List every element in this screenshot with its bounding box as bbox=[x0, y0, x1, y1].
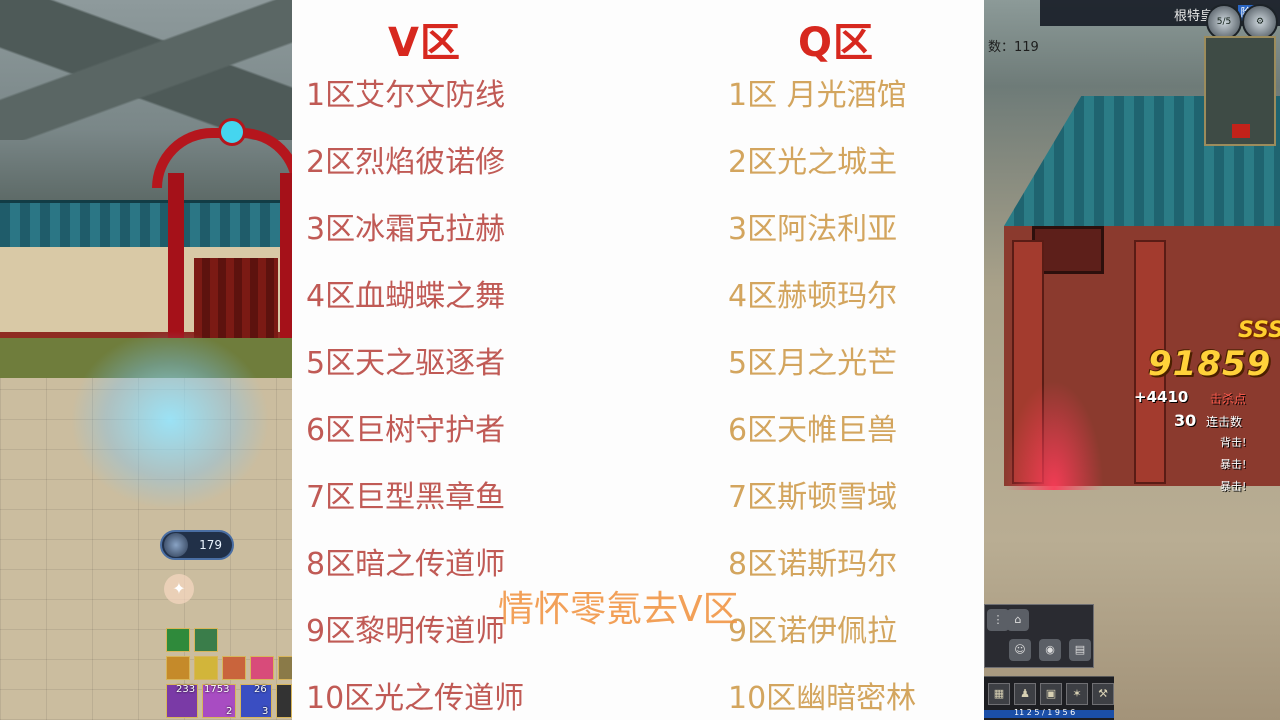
mp-bar-text: 11 2 5 / 1 9 5 6 bbox=[1014, 708, 1076, 717]
shop-icon[interactable]: ⌂ bbox=[1007, 609, 1029, 631]
q-server-item: 7区斯顿雪域 bbox=[728, 480, 898, 515]
skill-icon[interactable]: ✶ bbox=[1066, 683, 1088, 705]
q-server-item: 4区赫顿玛尔 bbox=[728, 279, 898, 314]
skill-slot-icon[interactable] bbox=[194, 628, 218, 652]
portal-glow bbox=[70, 330, 270, 510]
fatigue-orb-icon[interactable]: 5/5 bbox=[1206, 4, 1242, 40]
item-slot-icon[interactable] bbox=[276, 684, 292, 718]
v-server-item: 7区巨型黑章鱼 bbox=[306, 480, 506, 515]
item-count: 233 bbox=[176, 684, 196, 695]
q-server-item: 10区幽暗密林 bbox=[728, 681, 917, 716]
q-server-item: 1区 月光酒馆 bbox=[728, 78, 907, 113]
skill-slot-icon[interactable] bbox=[278, 656, 292, 680]
red-portal-gate bbox=[152, 118, 292, 338]
camera-icon[interactable]: ◉ bbox=[1039, 639, 1061, 661]
player-level-badge[interactable]: 179 bbox=[160, 530, 234, 560]
v-server-item: 9区黎明传道师 bbox=[306, 614, 506, 649]
grid-menu-icon[interactable]: ▦ bbox=[988, 683, 1010, 705]
kill-points-value: +4410 bbox=[1134, 388, 1189, 406]
quick-menu-tray: ⋮ ⌂ ☺ ◉ ▤ bbox=[984, 604, 1094, 668]
kill-counter: 数：119 bbox=[988, 40, 1039, 55]
v-zone-header: V区 bbox=[388, 20, 461, 66]
v-server-item: 2区烈焰彼诺修 bbox=[306, 145, 506, 180]
v-server-item: 8区暗之传道师 bbox=[306, 547, 506, 582]
heart-skill-icon[interactable] bbox=[250, 656, 274, 680]
item-count: 1753 bbox=[204, 684, 230, 695]
v-server-item: 1区艾尔文防线 bbox=[306, 78, 506, 113]
kill-points-label: 击杀点 bbox=[1210, 392, 1247, 406]
game-view-left: 179 ✦ 233 1753 26 2 3 bbox=[0, 0, 292, 720]
notes-icon[interactable]: ▤ bbox=[1069, 639, 1091, 661]
q-server-item: 5区月之光芒 bbox=[728, 346, 898, 381]
item-count: 2 bbox=[226, 706, 233, 717]
v-server-item: 4区血蝴蝶之舞 bbox=[306, 279, 506, 314]
combo-count-label: 连击数 bbox=[1206, 415, 1243, 429]
player-avatar-icon bbox=[164, 533, 188, 557]
minimap[interactable] bbox=[1204, 36, 1276, 146]
skill-slot-icon[interactable] bbox=[166, 656, 190, 680]
v-server-item: 3区冰霜克拉赫 bbox=[306, 212, 506, 247]
skill-slot-icon[interactable] bbox=[166, 628, 190, 652]
q-zone-header: Q区 bbox=[798, 20, 875, 66]
combo-rank: SSS bbox=[1238, 318, 1280, 343]
q-server-item: 9区诺伊佩拉 bbox=[728, 614, 898, 649]
q-server-item: 6区天帷巨兽 bbox=[728, 413, 898, 448]
portal-red-glow bbox=[1004, 380, 1104, 490]
item-count: 26 bbox=[254, 684, 267, 695]
player-level-value: 179 bbox=[199, 538, 222, 552]
q-server-item: 3区阿法利亚 bbox=[728, 212, 898, 247]
combo-count: 30 bbox=[1174, 411, 1197, 430]
inventory-icon[interactable]: ▣ bbox=[1040, 683, 1062, 705]
character-icon[interactable]: ♟ bbox=[1014, 683, 1036, 705]
server-list-panel: V区 Q区 1区艾尔文防线 2区烈焰彼诺修 3区冰霜克拉赫 4区血蝴蝶之舞 5区天之驱逐… bbox=[292, 0, 984, 720]
menu-icon[interactable]: ⋮ bbox=[987, 609, 1009, 631]
skill-slot-icon[interactable] bbox=[222, 656, 246, 680]
hit-label: 暴击! bbox=[1220, 458, 1247, 471]
q-server-item: 8区诺斯玛尔 bbox=[728, 547, 898, 582]
game-view-right: 根特皇宫 险 数：119 5/5 ⚙ SSS 91859 +4410 击杀点 3… bbox=[984, 0, 1280, 720]
q-server-item: 2区光之城主 bbox=[728, 145, 898, 180]
hammer-icon[interactable]: ⚒ bbox=[1092, 683, 1114, 705]
v-server-item: 10区光之传道师 bbox=[306, 681, 525, 716]
hit-label: 暴击! bbox=[1220, 480, 1247, 493]
v-server-item: 5区天之驱逐者 bbox=[306, 346, 506, 381]
gate-gem-icon bbox=[218, 118, 246, 146]
item-count: 3 bbox=[262, 706, 269, 717]
watermark-caption: 情怀零氪去V区 bbox=[498, 589, 739, 630]
skill-slot-icon[interactable] bbox=[194, 656, 218, 680]
awaken-skill-icon[interactable]: ✦ bbox=[164, 574, 194, 604]
avatar-icon[interactable]: ☺ bbox=[1009, 639, 1031, 661]
hit-label: 背击! bbox=[1220, 436, 1247, 449]
settings-gear-icon[interactable]: ⚙ bbox=[1242, 4, 1278, 40]
combo-score: 91859 bbox=[1148, 344, 1272, 384]
v-server-item: 6区巨树守护者 bbox=[306, 413, 506, 448]
boss-room-icon bbox=[1232, 124, 1250, 138]
